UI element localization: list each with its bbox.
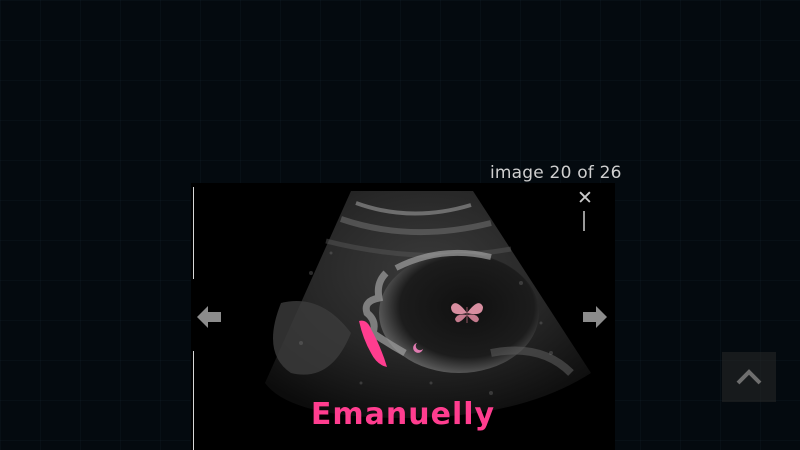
chevron-up-icon — [736, 369, 762, 385]
close-icon: ✕ — [577, 187, 593, 209]
image-counter: image 20 of 26 — [490, 163, 622, 183]
lightbox-page: image 20 of 26 ✕ Emanuelly — [0, 0, 800, 450]
lightbox-image-viewer: ✕ Emanuelly — [191, 183, 615, 450]
image-caption: Emanuelly — [310, 397, 496, 432]
previous-image-button[interactable] — [195, 303, 223, 331]
close-button[interactable]: ✕ — [576, 189, 594, 209]
back-to-top-button[interactable] — [722, 352, 776, 402]
arrow-left-icon — [197, 306, 221, 328]
next-image-button[interactable] — [581, 303, 609, 331]
scale-marker — [583, 211, 585, 231]
arrow-right-icon — [583, 306, 607, 328]
